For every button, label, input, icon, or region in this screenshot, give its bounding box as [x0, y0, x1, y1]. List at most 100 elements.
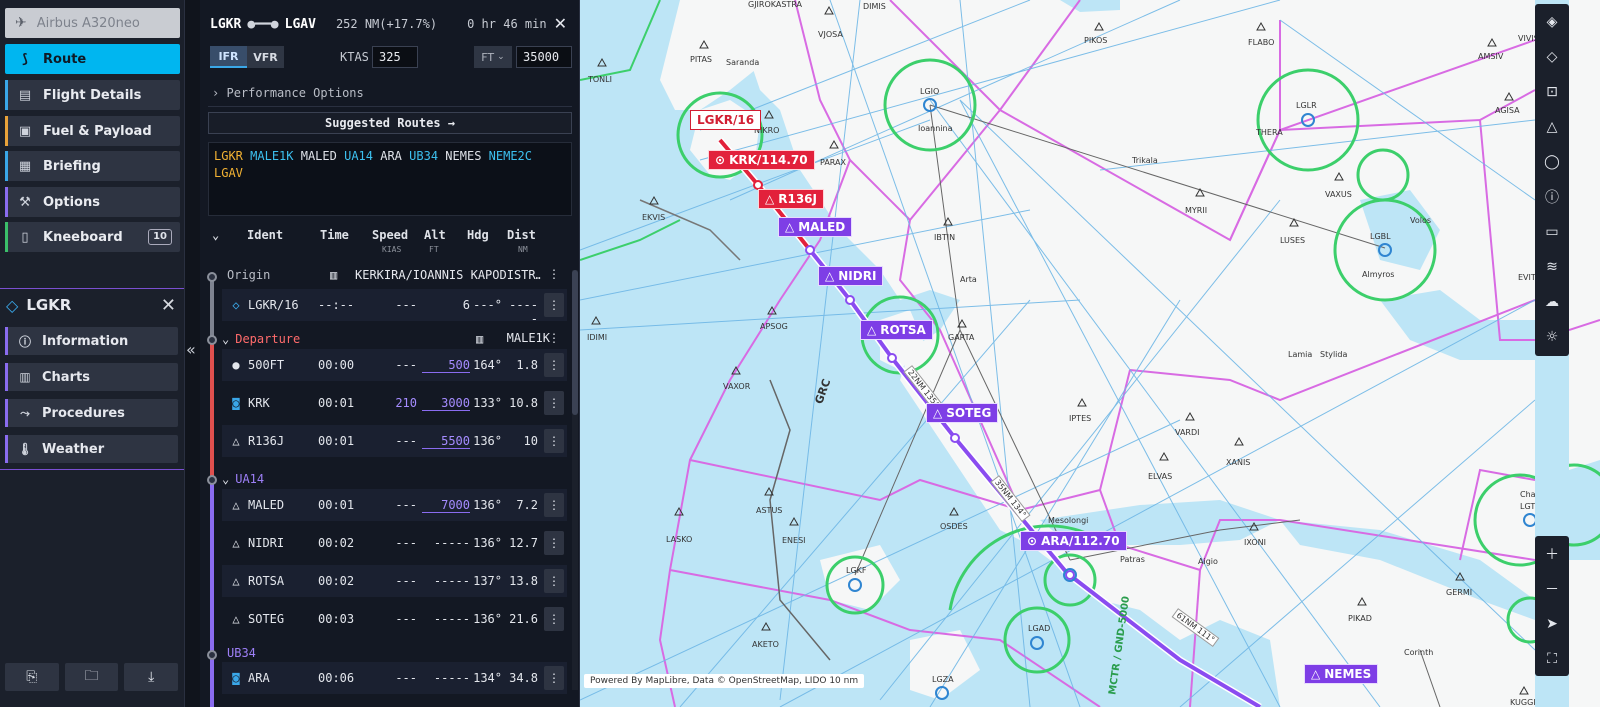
- waypoint-soteg[interactable]: △ SOTEG: [926, 403, 999, 423]
- vor-filter-button[interactable]: ⊡: [1535, 74, 1569, 109]
- chevron-down-icon: ⌄: [222, 472, 230, 486]
- airport-filter-button[interactable]: ◇: [1535, 39, 1569, 74]
- table-row[interactable]: ◙ ARA 00:06 --- ----- 134° 34.8 ⋮: [222, 662, 567, 694]
- fullscreen-button[interactable]: ⛶: [1535, 641, 1569, 676]
- aircraft-selector[interactable]: ✈ Airbus A320neo: [5, 8, 180, 38]
- more-icon[interactable]: ⋮: [544, 293, 564, 317]
- table-row[interactable]: ◇ LGKR/16 --:-- --- 6 ---° ----- ⋮: [222, 289, 567, 326]
- leg-alt[interactable]: -----: [422, 612, 470, 626]
- airway-section-header[interactable]: UB34: [222, 642, 562, 664]
- table-row[interactable]: △ NIDRI 00:02 --- ----- 136° 12.7 ⋮: [222, 527, 567, 559]
- close-icon[interactable]: ✕: [161, 295, 176, 316]
- table-row[interactable]: △ MALED 00:01 --- 7000 136° 7.2 ⋮: [222, 489, 567, 521]
- leg-dist: 12.7: [509, 536, 538, 550]
- layers-button[interactable]: ◈: [1535, 4, 1569, 39]
- more-icon[interactable]: ⋮: [544, 531, 564, 555]
- export-flight-button[interactable]: ⤓: [124, 663, 179, 691]
- route-string-input[interactable]: LGKR MALE1K MALED UA14 ARA UB34 NEMES NE…: [208, 142, 572, 216]
- book-icon[interactable]: ▥: [330, 268, 337, 282]
- collapse-panel-icon[interactable]: «: [186, 340, 196, 359]
- table-row[interactable]: △ ROTSA 00:02 --- ----- 137° 13.8 ⋮: [222, 565, 567, 597]
- nav-item-route[interactable]: ⟆ Route: [5, 44, 180, 74]
- waypoint-ara[interactable]: ⊙ ARA/112.70: [1020, 531, 1127, 551]
- waypoint-lgkr16[interactable]: LGKR/16: [690, 110, 762, 130]
- center-aircraft-button[interactable]: ➤: [1535, 606, 1569, 641]
- more-icon[interactable]: ⋮: [544, 569, 564, 593]
- airport-information-button[interactable]: ⓘ Information: [5, 327, 178, 355]
- triangle-icon: △: [933, 406, 943, 420]
- leg-time: 00:02: [318, 574, 355, 588]
- leg-hdg: 136°: [473, 536, 502, 550]
- more-icon[interactable]: ⋮: [544, 391, 564, 415]
- map-label: Volos: [1410, 216, 1432, 225]
- cruise-altitude-input[interactable]: 35000: [516, 46, 572, 68]
- route-duration: 0 hr 46 min: [467, 17, 547, 31]
- nav-item-flight-details[interactable]: ▤ Flight Details: [5, 80, 180, 110]
- waypoint-r136j[interactable]: △ R136J: [758, 189, 824, 209]
- performance-options-toggle[interactable]: › Performance Options: [212, 86, 364, 100]
- more-icon[interactable]: ⋮: [548, 331, 560, 345]
- airport-procedures-button[interactable]: ⤳ Procedures: [5, 399, 178, 427]
- leg-alt[interactable]: 500: [422, 358, 470, 373]
- map-canvas[interactable]: GJIROKASTRA DIMIS VJOSA PIKOS FLABO AMSI…: [580, 0, 1535, 707]
- scrollbar[interactable]: [572, 270, 578, 690]
- close-route-icon[interactable]: ✕: [554, 14, 567, 33]
- leg-alt[interactable]: -----: [422, 574, 470, 588]
- waypoint-nidri[interactable]: △ NIDRI: [818, 266, 884, 286]
- route-arrow-icon: ●━━●: [247, 16, 279, 32]
- table-row[interactable]: △ R136J 00:01 --- 5500 136° 10 ⋮: [222, 425, 567, 457]
- airway-section-header[interactable]: ⌄ UA14: [222, 468, 562, 490]
- leg-alt[interactable]: 5500: [422, 434, 470, 449]
- table-row[interactable]: △ SOTEG 00:03 --- ----- 136° 21.6 ⋮: [222, 603, 567, 635]
- nav-item-briefing[interactable]: ▦ Briefing: [5, 151, 180, 181]
- more-icon[interactable]: ⋮: [544, 493, 564, 517]
- open-flight-button[interactable]: 🗀: [64, 663, 119, 691]
- departure-section-header[interactable]: ⌄ Departure ▥ MALE1K ⋮: [222, 328, 562, 350]
- new-flight-button[interactable]: ⎘: [5, 663, 59, 691]
- nav-item-options[interactable]: ⚒ Options: [5, 187, 180, 217]
- zoom-out-button[interactable]: －: [1535, 571, 1569, 606]
- leg-alt[interactable]: -----: [422, 671, 470, 685]
- nav-item-label: Options: [43, 194, 100, 210]
- altitude-unit-select[interactable]: FT ⌄: [474, 46, 512, 68]
- ifr-tab[interactable]: IFR: [210, 46, 247, 68]
- map-edge-drawing: [1569, 0, 1600, 707]
- nav-item-fuel-payload[interactable]: ▣ Fuel & Payload: [5, 116, 180, 146]
- info-filter-button[interactable]: ⓘ: [1535, 179, 1569, 214]
- leg-alt[interactable]: 7000: [422, 498, 470, 513]
- airport-charts-button[interactable]: ▥ Charts: [5, 363, 178, 391]
- col-speed: Speed: [372, 228, 409, 242]
- more-icon[interactable]: ⋮: [544, 666, 564, 690]
- triangle-icon: △: [867, 323, 877, 337]
- waypoint-label: R136J: [778, 192, 817, 206]
- weather-button[interactable]: ☁: [1535, 284, 1569, 319]
- fix-filter-button[interactable]: △: [1535, 109, 1569, 144]
- leg-alt[interactable]: 3000: [422, 396, 470, 411]
- more-icon[interactable]: ⋮: [548, 267, 560, 281]
- vfr-tab[interactable]: VFR: [247, 46, 284, 68]
- ruler-button[interactable]: ▭: [1535, 214, 1569, 249]
- table-row[interactable]: ◙ KRK 00:01 210 3000 133° 10.8 ⋮: [222, 387, 567, 419]
- table-row[interactable]: ● 500FT 00:00 --- 500 164° 1.8 ⋮: [222, 349, 567, 381]
- airport-panel-header: ◇ LGKR ✕: [0, 289, 184, 321]
- waypoint-maled[interactable]: △ MALED: [778, 217, 853, 237]
- waypoint-krk[interactable]: ⊙ KRK/114.70: [708, 150, 815, 170]
- book-icon[interactable]: ▥: [476, 332, 483, 346]
- waypoint-nemes[interactable]: △ NEMES: [1304, 664, 1379, 684]
- airspace-filter-button[interactable]: ◯: [1535, 144, 1569, 179]
- airport-weather-button[interactable]: 🌡 Weather: [5, 435, 178, 463]
- collapse-all-icon[interactable]: ⌄: [212, 228, 219, 242]
- nav-item-kneeboard[interactable]: ▯ Kneeboard 10: [5, 222, 180, 252]
- more-icon[interactable]: ⋮: [544, 607, 564, 631]
- wind-button[interactable]: ≋: [1535, 249, 1569, 284]
- more-icon[interactable]: ⋮: [544, 429, 564, 453]
- more-icon[interactable]: ⋮: [544, 353, 564, 377]
- leg-alt[interactable]: -----: [422, 536, 470, 550]
- zoom-in-button[interactable]: ＋: [1535, 536, 1569, 571]
- ktas-input[interactable]: 325: [372, 46, 418, 68]
- map-attribution[interactable]: Powered By MapLibre, Data © OpenStreetMa…: [584, 674, 865, 688]
- suggested-routes-button[interactable]: Suggested Routes →: [208, 112, 572, 134]
- waypoint-rotsa[interactable]: △ ROTSA: [860, 320, 933, 340]
- daylight-button[interactable]: ☼: [1535, 319, 1569, 354]
- map-label: Corinth: [1404, 648, 1434, 657]
